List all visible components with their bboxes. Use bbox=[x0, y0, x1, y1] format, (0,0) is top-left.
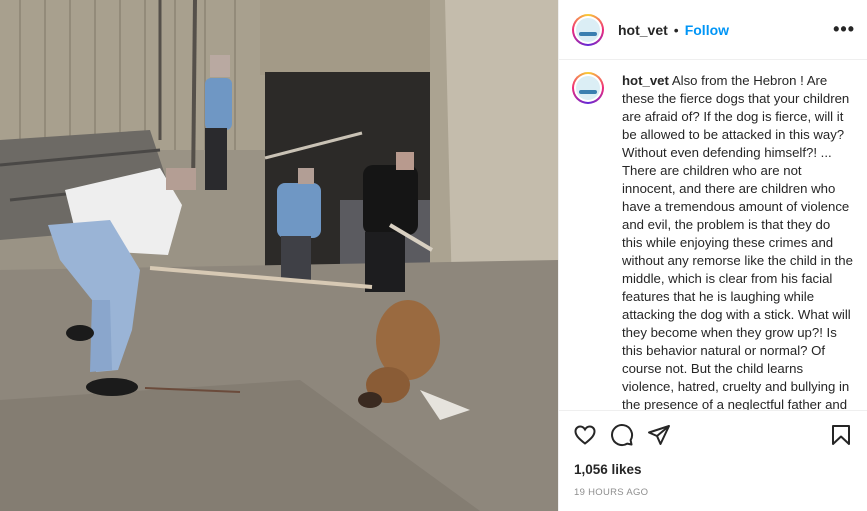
comment-icon[interactable] bbox=[610, 423, 634, 447]
caption: hot_vet Also from the Hebron ! Are these… bbox=[622, 72, 853, 410]
bookmark-icon[interactable] bbox=[829, 423, 853, 447]
post-timestamp[interactable]: 19 HOURS AGO bbox=[574, 487, 648, 498]
follow-button[interactable]: Follow bbox=[685, 22, 729, 38]
action-bar bbox=[559, 410, 867, 458]
heart-icon[interactable] bbox=[573, 423, 597, 447]
separator-dot: • bbox=[673, 21, 679, 38]
caption-section: hot_vet Also from the Hebron ! Are these… bbox=[559, 60, 867, 410]
avatar-ring bbox=[574, 15, 602, 44]
more-options-icon[interactable]: ••• bbox=[833, 19, 855, 40]
caption-avatar[interactable] bbox=[572, 72, 604, 104]
likes-count[interactable]: 1,056 likes bbox=[574, 462, 642, 477]
caption-avatar-logo-icon bbox=[576, 76, 600, 100]
post-media[interactable] bbox=[0, 0, 558, 511]
caption-username-link[interactable]: hot_vet bbox=[622, 73, 669, 88]
caption-avatar-ring bbox=[574, 74, 602, 102]
avatar[interactable] bbox=[572, 13, 604, 46]
post-header: hot_vet • Follow ••• bbox=[559, 0, 867, 60]
post-photo bbox=[0, 0, 558, 511]
caption-body: Also from the Hebron ! Are these the fie… bbox=[622, 73, 853, 410]
username-link[interactable]: hot_vet bbox=[618, 22, 668, 38]
post-side-panel: hot_vet • Follow ••• hot_vet Also from t… bbox=[558, 0, 867, 511]
paper-plane-icon[interactable] bbox=[647, 423, 671, 447]
avatar-logo-icon bbox=[576, 17, 600, 42]
